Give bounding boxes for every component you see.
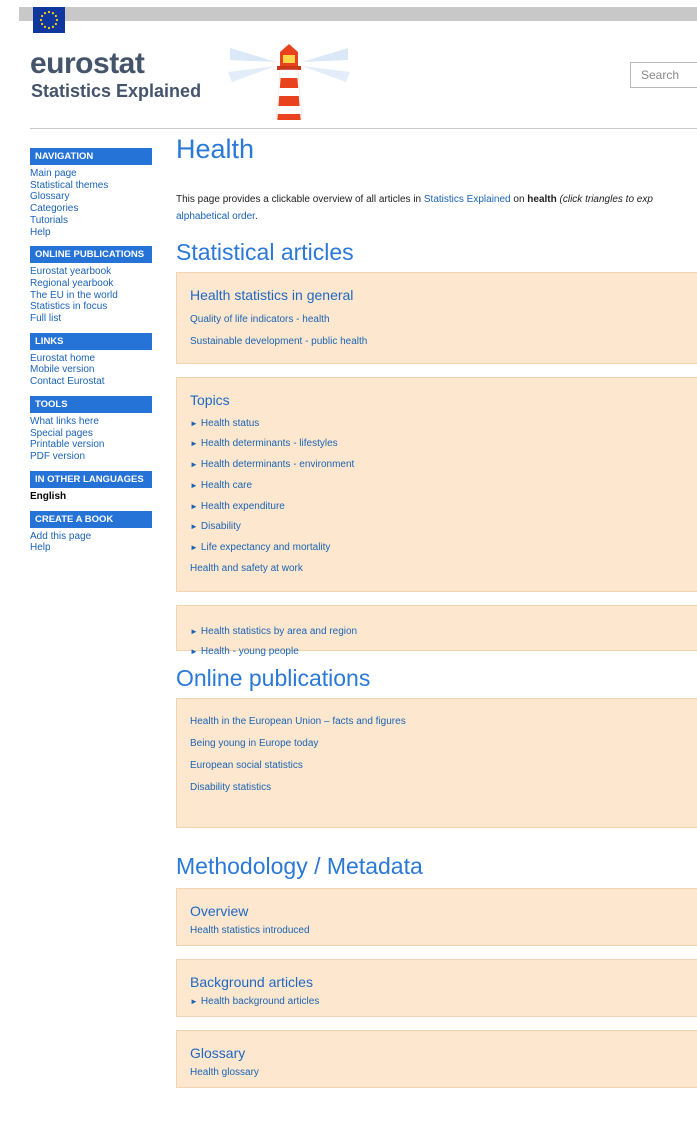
box-title-overview: Overview — [190, 903, 249, 919]
box-background-articles: Background articles ► Health background a… — [176, 959, 697, 1017]
triangle-icon[interactable]: ► — [190, 647, 198, 656]
link-disability-statistics[interactable]: Disability statistics — [190, 782, 271, 794]
box-title-background-articles: Background articles — [190, 974, 313, 990]
sidebar-item-what-links-here[interactable]: What links here — [30, 416, 152, 428]
lighthouse-logo-icon — [226, 38, 352, 125]
triangle-icon[interactable]: ► — [190, 522, 198, 531]
sidebar-heading-online-publications: ONLINE PUBLICATIONS — [30, 246, 152, 264]
intro-italic-note: (click triangles to exp — [559, 194, 653, 205]
sidebar-item-categories[interactable]: Categories — [30, 203, 152, 215]
sidebar-item-eu-in-the-world[interactable]: The EU in the world — [30, 290, 152, 302]
triangle-icon[interactable]: ► — [190, 439, 198, 448]
box-online-publications: Health in the European Union – facts and… — [176, 698, 697, 828]
sidebar-item-glossary[interactable]: Glossary — [30, 191, 152, 203]
heading-statistical-articles: Statistical articles — [176, 239, 354, 265]
eurostat-logo-word[interactable]: eurostat — [30, 49, 145, 79]
triangle-icon[interactable]: ► — [190, 997, 198, 1006]
sidebar-item-contact-eurostat[interactable]: Contact Eurostat — [30, 376, 152, 388]
sidebar-item-printable-version[interactable]: Printable version — [30, 439, 152, 451]
box-title-glossary: Glossary — [190, 1045, 246, 1061]
link-sustainable-development-health[interactable]: Sustainable development - public health — [190, 336, 367, 348]
eu-flag-icon[interactable] — [33, 7, 65, 33]
topic-health-young-people[interactable]: ► Health - young people — [190, 646, 299, 658]
box-health-statistics-general: Health statistics in general Quality of … — [176, 272, 697, 364]
top-bar — [19, 7, 697, 21]
sidebar-item-main-page[interactable]: Main page — [30, 168, 152, 180]
sidebar-heading-other-languages: IN OTHER LANGUAGES — [30, 470, 152, 488]
link-being-young-in-europe[interactable]: Being young in Europe today — [190, 738, 318, 750]
box-topics: Topics ► Health status ► Health determinan… — [176, 377, 697, 592]
sidebar-item-pdf-version[interactable]: PDF version — [30, 451, 152, 463]
intro-text-2: on — [510, 194, 528, 205]
link-quality-of-life-health[interactable]: Quality of life indicators - health — [190, 314, 330, 326]
heading-methodology-metadata: Methodology / Metadata — [176, 853, 423, 879]
box-overview: Overview Health statistics introduced — [176, 888, 697, 946]
intro-topic-bold: health — [527, 194, 557, 205]
topic-health-determinants-lifestyles[interactable]: ► Health determinants - lifestyles — [190, 438, 338, 450]
statistics-explained-link[interactable]: Statistics Explained — [424, 194, 511, 205]
sidebar-item-regional-yearbook[interactable]: Regional yearbook — [30, 278, 152, 290]
link-health-safety-at-work[interactable]: Health and safety at work — [190, 563, 303, 575]
sidebar-item-full-list[interactable]: Full list — [30, 313, 152, 325]
sidebar-heading-tools: TOOLS — [30, 395, 152, 413]
heading-online-publications: Online publications — [176, 665, 371, 691]
triangle-icon[interactable]: ► — [190, 481, 198, 490]
link-health-statistics-introduced[interactable]: Health statistics introduced — [190, 925, 310, 937]
triangle-icon[interactable]: ► — [190, 627, 198, 636]
page-title: Health — [176, 134, 255, 164]
sidebar-heading-create-a-book: CREATE A BOOK — [30, 510, 152, 528]
sidebar-item-add-this-page[interactable]: Add this page — [30, 531, 152, 543]
sidebar-item-statistics-in-focus[interactable]: Statistics in focus — [30, 301, 152, 313]
link-european-social-statistics[interactable]: European social statistics — [190, 760, 303, 772]
sidebar-item-eurostat-yearbook[interactable]: Eurostat yearbook — [30, 266, 152, 278]
sidebar-item-book-help[interactable]: Help — [30, 542, 152, 554]
intro-paragraph: This page provides a clickable overview … — [176, 191, 697, 225]
box-glossary: Glossary Health glossary — [176, 1030, 697, 1088]
triangle-icon[interactable]: ► — [190, 543, 198, 552]
topic-health-care[interactable]: ► Health care — [190, 480, 252, 492]
alphabetical-order-link[interactable]: alphabetical order — [176, 211, 255, 222]
sidebar-item-help[interactable]: Help — [30, 227, 152, 239]
triangle-icon[interactable]: ► — [190, 419, 198, 428]
intro-text-1: This page provides a clickable overview … — [176, 194, 424, 205]
box-regional: ► Health statistics by area and region ► H… — [176, 605, 697, 657]
link-health-in-eu-facts[interactable]: Health in the European Union – facts and… — [190, 716, 406, 728]
sidebar-item-eurostat-home[interactable]: Eurostat home — [30, 353, 152, 365]
sidebar-item-tutorials[interactable]: Tutorials — [30, 215, 152, 227]
statistics-explained-logo-text[interactable]: Statistics Explained — [31, 81, 201, 101]
topic-disability[interactable]: ► Disability — [190, 521, 241, 533]
link-health-background-articles[interactable]: ► Health background articles — [190, 996, 319, 1008]
sidebar-item-english: English — [30, 490, 67, 502]
sidebar-heading-navigation: NAVIGATION — [30, 148, 152, 165]
search-input[interactable]: Search — [630, 62, 697, 88]
topic-life-expectancy-mortality[interactable]: ► Life expectancy and mortality — [190, 542, 330, 554]
triangle-icon[interactable]: ► — [190, 460, 198, 469]
sidebar-item-statistical-themes[interactable]: Statistical themes — [30, 180, 152, 192]
intro-end: . — [254, 211, 258, 222]
sidebar-item-special-pages[interactable]: Special pages — [30, 428, 152, 440]
topic-health-by-area-region[interactable]: ► Health statistics by area and region — [190, 626, 357, 638]
triangle-icon[interactable]: ► — [190, 502, 198, 511]
sidebar-heading-links: LINKS — [30, 332, 152, 350]
header-divider — [30, 128, 697, 129]
link-health-glossary[interactable]: Health glossary — [190, 1067, 259, 1079]
topic-health-status[interactable]: ► Health status — [190, 418, 259, 430]
box-title-general[interactable]: Health statistics in general — [190, 287, 353, 303]
topic-health-determinants-environment[interactable]: ► Health determinants - environment — [190, 459, 354, 471]
sidebar-item-mobile-version[interactable]: Mobile version — [30, 364, 152, 376]
main-content: Health — [176, 133, 697, 165]
topic-health-expenditure[interactable]: ► Health expenditure — [190, 501, 285, 513]
sidebar: NAVIGATION Main page Statistical themes … — [30, 148, 152, 562]
box-title-topics: Topics — [190, 392, 230, 408]
